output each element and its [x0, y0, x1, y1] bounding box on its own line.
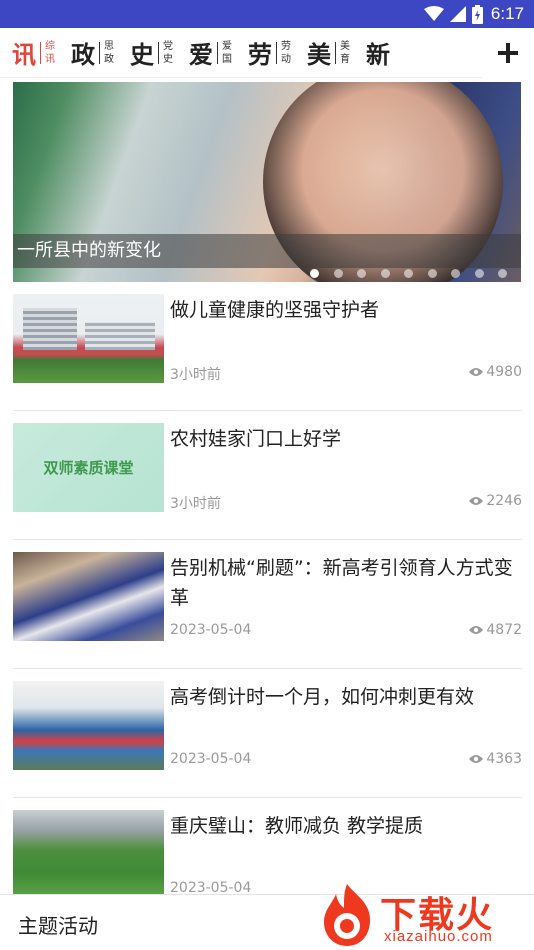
news-thumbnail: 双师素质课堂: [13, 423, 164, 512]
carousel-dot[interactable]: [451, 269, 460, 278]
tab-divider: [40, 41, 41, 64]
theme-activity-button[interactable]: 主题活动: [18, 910, 98, 939]
carousel-dot[interactable]: [380, 269, 390, 278]
view-count: 4363: [469, 751, 522, 767]
clock: 6:17: [490, 4, 524, 23]
signal-icon: [449, 6, 466, 22]
tab-divider: [276, 41, 277, 64]
carousel-dot[interactable]: [427, 269, 437, 278]
tab-glyph: 政: [71, 40, 95, 69]
news-time: 3小时前: [170, 496, 221, 512]
tab-glyph: 史: [130, 40, 154, 69]
eye-icon: [469, 497, 484, 505]
thumbnail-text: 双师素质课堂: [43, 459, 134, 477]
carousel-dot[interactable]: [357, 269, 366, 278]
carousel-dot[interactable]: [310, 269, 319, 278]
flame-icon: [324, 884, 370, 946]
tab-label: 劳动: [281, 40, 291, 65]
category-tab-bar: 讯 综讯 政 思政 史 党史 爱 爱国 劳 劳动 美 美育 新: [0, 28, 534, 78]
tab-label: 美育: [340, 40, 350, 65]
news-item[interactable]: 双师素质课堂 农村娃家门口上好学 3小时前 2246: [13, 411, 522, 540]
banner-caption: 一所县中的新变化: [13, 234, 521, 268]
view-count: 2246: [469, 493, 522, 509]
tab-label: 爱国: [222, 40, 232, 65]
view-count-value: 2246: [486, 493, 522, 509]
tab-new[interactable]: 新: [366, 35, 390, 70]
news-time: 2023-05-04: [170, 622, 252, 638]
news-title: 告别机械“刷题”：新高考引领育人方式变革: [170, 557, 513, 609]
news-thumbnail: [13, 552, 164, 641]
news-title: 农村娃家门口上好学: [170, 428, 342, 450]
status-bar: 6:17: [0, 0, 534, 28]
view-count-value: 4980: [486, 364, 522, 380]
tab-labor[interactable]: 劳 劳动: [248, 35, 293, 70]
tab-glyph: 美: [307, 40, 331, 69]
view-count-value: 4872: [486, 622, 522, 638]
eye-icon: [469, 755, 484, 763]
watermark-logo: 下载火 xiazaihuo.com: [316, 882, 530, 948]
watermark-url: xiazaihuo.com: [384, 928, 493, 945]
carousel-dot[interactable]: [498, 269, 507, 278]
tab-divider: [335, 41, 336, 64]
tab-party-history[interactable]: 史 党史: [130, 35, 175, 70]
wifi-icon: [423, 6, 444, 22]
news-thumbnail: [13, 810, 164, 899]
view-count: 4980: [469, 364, 522, 380]
tab-divider: [99, 41, 100, 64]
tab-divider: [217, 41, 218, 64]
news-title: 重庆璧山：教师减负 教学提质: [170, 815, 424, 837]
tab-glyph: 爱: [189, 40, 213, 69]
tab-label: 思政: [104, 40, 114, 65]
news-thumbnail: [13, 294, 164, 383]
news-title: 做儿童健康的坚强守护者: [170, 299, 380, 321]
news-item[interactable]: 告别机械“刷题”：新高考引领育人方式变革 2023-05-04 4872: [13, 540, 522, 669]
tab-news[interactable]: 讯 综讯: [12, 35, 57, 70]
news-item[interactable]: 做儿童健康的坚强守护者 3小时前 4980: [13, 282, 522, 411]
carousel-indicator: [296, 269, 507, 278]
tab-glyph: 新: [366, 40, 390, 69]
news-time: 2023-05-04: [170, 751, 252, 767]
news-time: 3小时前: [170, 367, 221, 383]
eye-icon: [469, 368, 484, 376]
battery-charging-icon: [471, 4, 483, 24]
banner-carousel[interactable]: 一所县中的新变化: [13, 82, 521, 282]
plus-icon: [498, 43, 518, 63]
carousel-dot[interactable]: [474, 269, 484, 278]
tab-label: 综讯: [45, 40, 55, 65]
view-count: 4872: [469, 622, 522, 638]
carousel-dot[interactable]: [404, 269, 413, 278]
tab-ideology[interactable]: 政 思政: [71, 35, 116, 70]
eye-icon: [469, 626, 484, 634]
add-category-button[interactable]: [482, 28, 534, 78]
tab-aesthetics[interactable]: 美 美育: [307, 35, 352, 70]
view-count-value: 4363: [486, 751, 522, 767]
tab-glyph: 劳: [248, 40, 272, 69]
thumbnail-building: [23, 308, 77, 350]
thumbnail-building: [85, 322, 155, 350]
tab-label: 党史: [163, 40, 173, 65]
tab-patriotism[interactable]: 爱 爱国: [189, 35, 234, 70]
news-item[interactable]: 高考倒计时一个月，如何冲刺更有效 2023-05-04 4363: [13, 669, 522, 798]
carousel-dot[interactable]: [333, 269, 343, 278]
tab-glyph: 讯: [12, 40, 36, 69]
news-title: 高考倒计时一个月，如何冲刺更有效: [170, 686, 475, 708]
news-thumbnail: [13, 681, 164, 770]
tab-divider: [158, 41, 159, 64]
